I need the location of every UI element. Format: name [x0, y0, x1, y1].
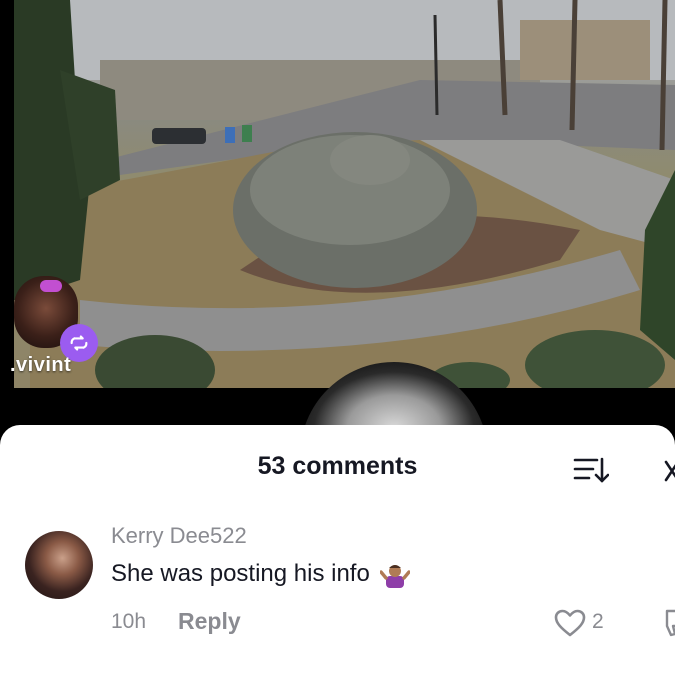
- dislike-icon[interactable]: [662, 608, 675, 638]
- reply-button[interactable]: Reply: [178, 608, 241, 635]
- doorbell-camera-scene: [0, 0, 675, 388]
- vivint-watermark: .vivint: [10, 354, 72, 376]
- heart-icon[interactable]: [553, 608, 587, 638]
- comment-timestamp: 10h: [111, 610, 147, 633]
- close-icon[interactable]: [662, 458, 675, 484]
- like-count: 2: [592, 610, 604, 633]
- comment-username[interactable]: Kerry Dee522: [111, 523, 247, 549]
- video-player[interactable]: .vivint: [0, 0, 675, 388]
- repost-arrows-icon: [70, 335, 88, 351]
- video-edge: [0, 0, 14, 388]
- shrug-emoji-icon: [379, 565, 410, 588]
- commenter-avatar[interactable]: [25, 531, 93, 599]
- comment-text: She was posting his info: [111, 560, 370, 587]
- comment-body: She was posting his info: [111, 559, 410, 589]
- hair-bow: [40, 280, 62, 292]
- comments-sheet: 53 comments Kerry Dee522 She was posting…: [0, 425, 675, 675]
- sort-icon[interactable]: [573, 455, 609, 485]
